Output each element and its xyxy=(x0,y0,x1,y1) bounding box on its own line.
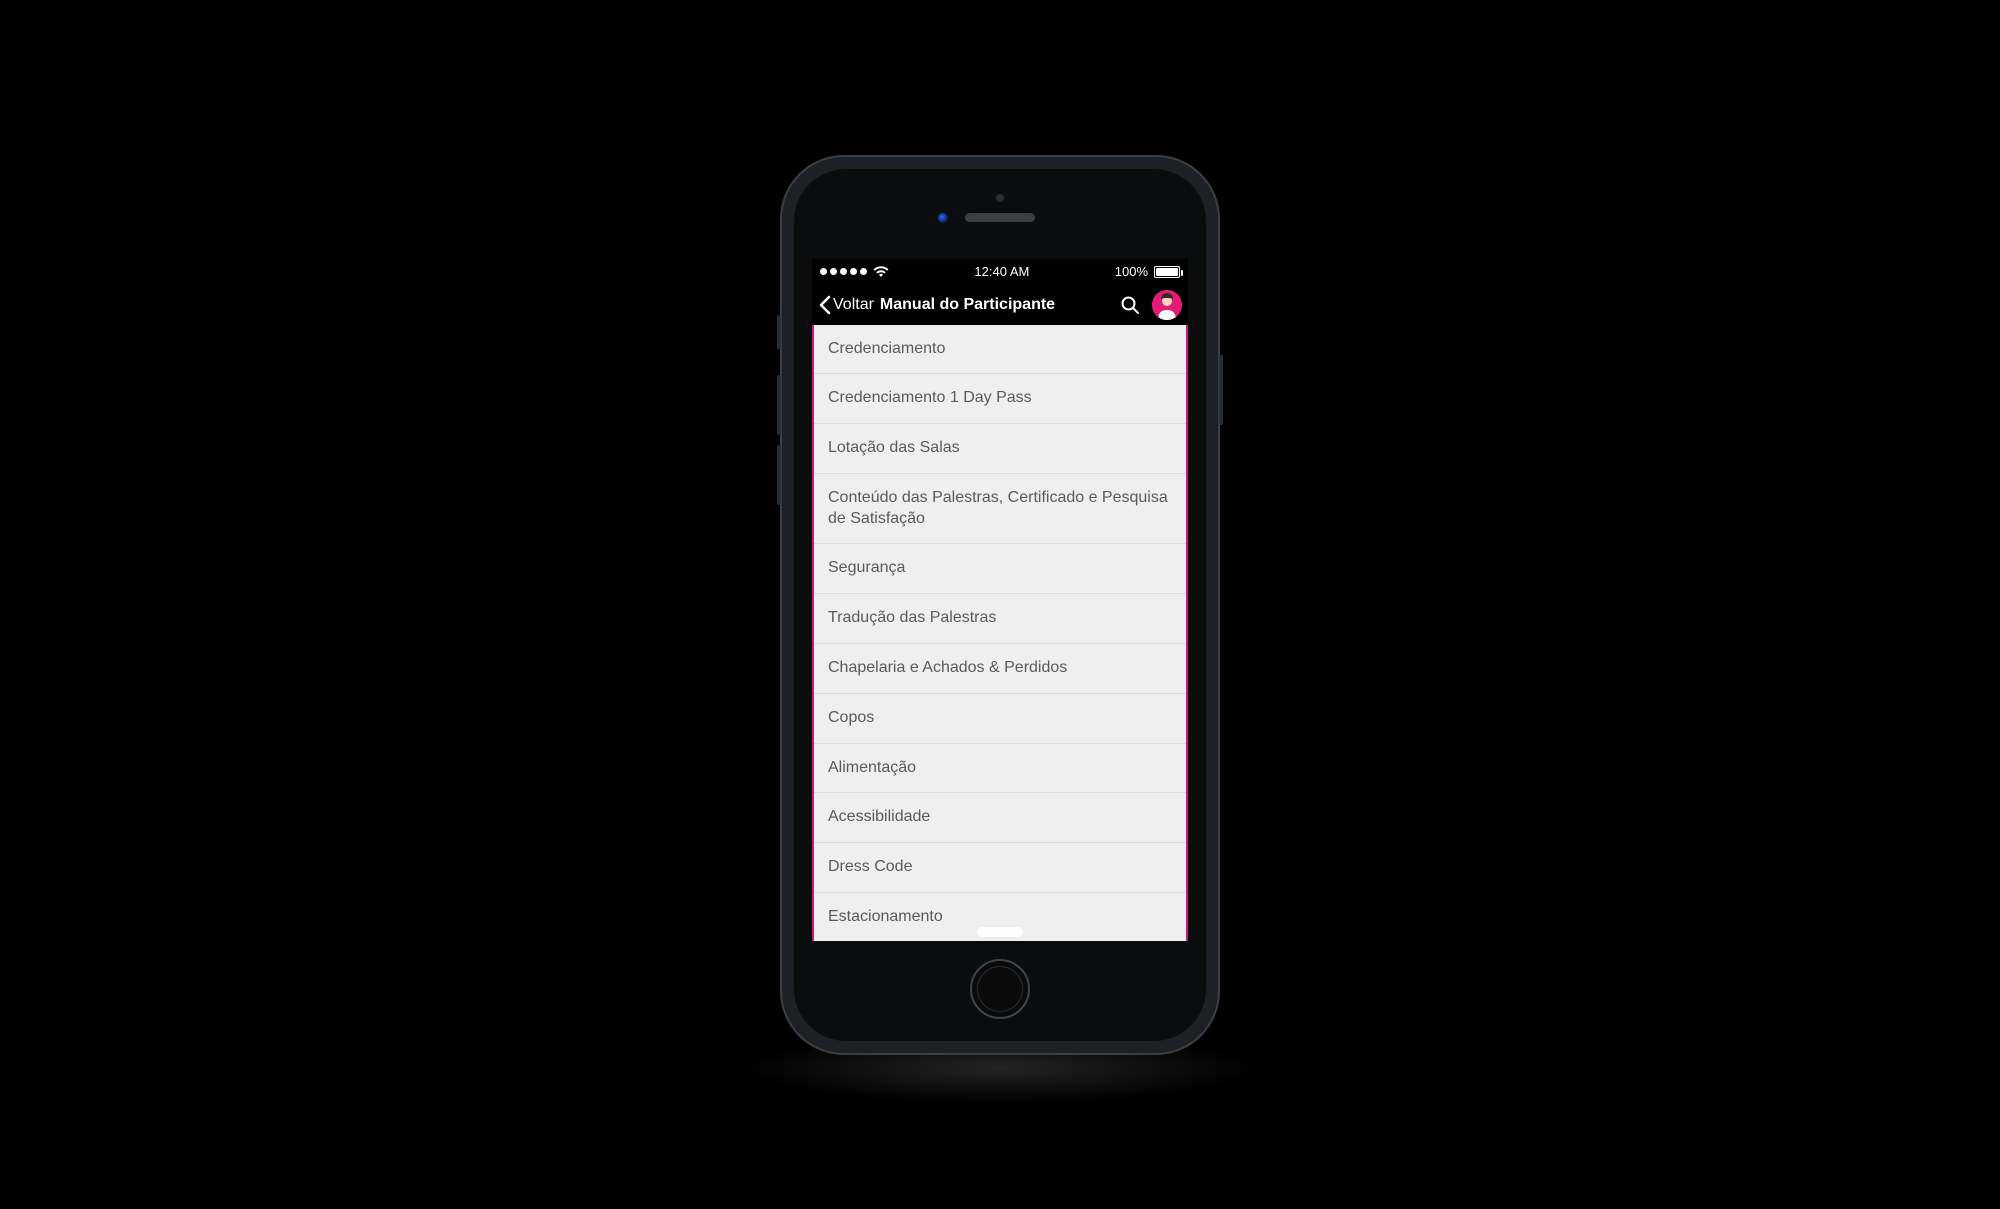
list-item-label: Acessibilidade xyxy=(828,808,930,825)
volume-down-button xyxy=(777,445,781,505)
list-item[interactable]: Chapelaria e Achados & Perdidos xyxy=(814,644,1186,694)
list-item[interactable]: Lotação das Salas xyxy=(814,424,1186,474)
front-camera xyxy=(996,194,1004,202)
list-item[interactable]: Alimentação xyxy=(814,744,1186,794)
list-item-label: Segurança xyxy=(828,559,905,576)
earpiece-speaker xyxy=(965,213,1035,222)
list-item-label: Dress Code xyxy=(828,858,912,875)
phone-shadow xyxy=(740,1033,1260,1103)
list-item-label: Copos xyxy=(828,709,874,726)
proximity-sensor xyxy=(938,213,948,223)
phone-screen: 12:40 AM 100% Voltar xyxy=(812,259,1188,941)
list-item-label: Alimentação xyxy=(828,759,916,776)
search-button[interactable] xyxy=(1120,295,1140,315)
phone-frame: 12:40 AM 100% Voltar xyxy=(780,155,1220,1055)
status-left xyxy=(820,266,889,278)
content-area: Credenciamento Credenciamento 1 Day Pass… xyxy=(812,325,1188,941)
list-item[interactable]: Tradução das Palestras xyxy=(814,594,1186,644)
status-right: 100% xyxy=(1115,264,1180,279)
list-item-label: Conteúdo das Palestras, Certificado e Pe… xyxy=(828,489,1168,527)
manual-list: Credenciamento Credenciamento 1 Day Pass… xyxy=(814,325,1186,941)
list-item[interactable]: Credenciamento xyxy=(814,325,1186,375)
list-item-label: Lotação das Salas xyxy=(828,439,960,456)
power-button xyxy=(1219,355,1223,425)
list-item-label: Estacionamento xyxy=(828,908,943,925)
cellular-signal-icon xyxy=(820,268,867,275)
status-bar: 12:40 AM 100% xyxy=(812,259,1188,285)
status-time: 12:40 AM xyxy=(974,264,1029,279)
list-item[interactable]: Copos xyxy=(814,694,1186,744)
back-button[interactable]: Voltar xyxy=(818,295,874,315)
list-item-label: Credenciamento xyxy=(828,340,945,357)
navigation-bar: Voltar Manual do Participante xyxy=(812,285,1188,325)
search-icon xyxy=(1120,295,1140,315)
home-button[interactable] xyxy=(970,959,1030,1019)
list-item-label: Chapelaria e Achados & Perdidos xyxy=(828,659,1067,676)
list-item-label: Credenciamento 1 Day Pass xyxy=(828,389,1032,406)
avatar-icon xyxy=(1152,290,1182,320)
list-item[interactable]: Acessibilidade xyxy=(814,793,1186,843)
list-item[interactable]: Credenciamento 1 Day Pass xyxy=(814,374,1186,424)
home-indicator xyxy=(977,927,1023,937)
list-item[interactable]: Segurança xyxy=(814,544,1186,594)
list-item-label: Tradução das Palestras xyxy=(828,609,996,626)
phone-bezel: 12:40 AM 100% Voltar xyxy=(794,169,1206,1041)
volume-up-button xyxy=(777,375,781,435)
list-item[interactable]: Conteúdo das Palestras, Certificado e Pe… xyxy=(814,474,1186,545)
mute-switch xyxy=(777,315,781,349)
chevron-left-icon xyxy=(818,295,831,315)
battery-percentage: 100% xyxy=(1115,264,1148,279)
battery-icon xyxy=(1154,266,1180,278)
back-label: Voltar xyxy=(833,296,874,314)
page-title: Manual do Participante xyxy=(880,296,1055,314)
wifi-icon xyxy=(873,266,889,278)
profile-avatar[interactable] xyxy=(1152,290,1182,320)
list-item[interactable]: Dress Code xyxy=(814,843,1186,893)
